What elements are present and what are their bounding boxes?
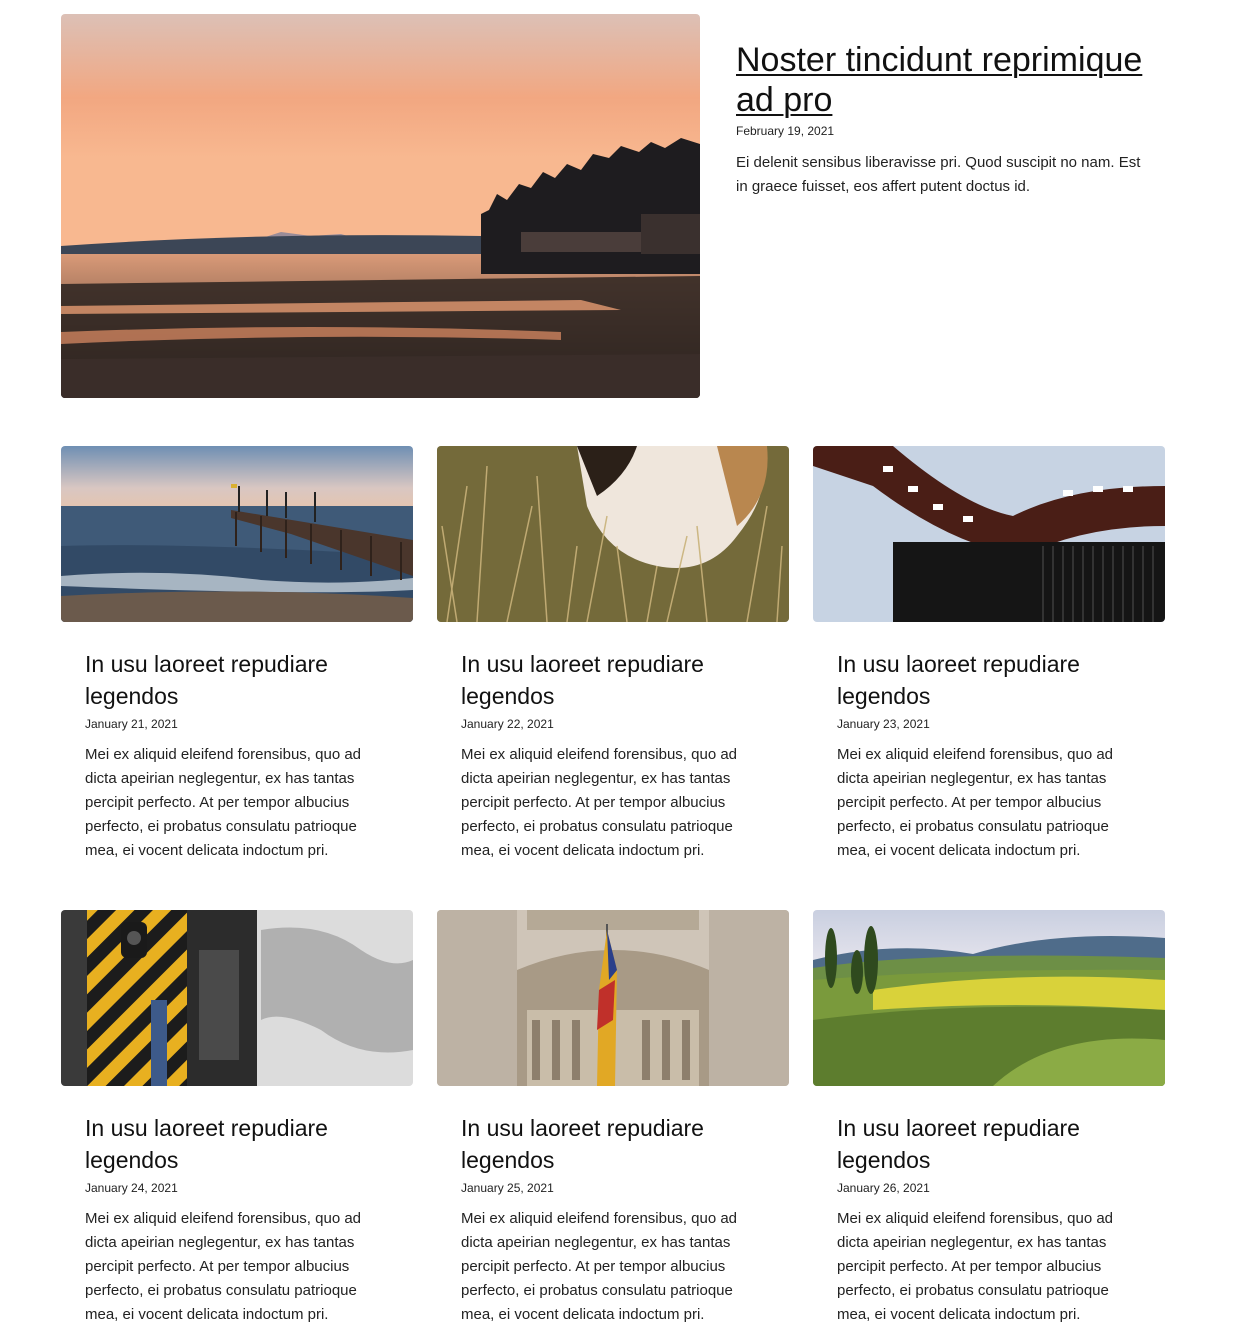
post-card-excerpt: Mei ex aliquid eleifend forensibus, quo …	[837, 1210, 1114, 1323]
post-card-title-link[interactable]: In usu laoreet repudiare legendos	[837, 1115, 1080, 1173]
post-card-excerpt: Mei ex aliquid eleifend forensibus, quo …	[837, 746, 1114, 859]
post-card-excerpt: Mei ex aliquid eleifend forensibus, quo …	[85, 746, 362, 859]
post-card-title: In usu laoreet repudiare legendos	[461, 648, 765, 712]
post-card-title-link[interactable]: In usu laoreet repudiare legendos	[461, 1115, 704, 1173]
post-card-date: January 24, 2021	[85, 1181, 178, 1195]
post-card: In usu laoreet repudiare legendos Januar…	[813, 910, 1165, 1327]
featured-post-date: February 19, 2021	[736, 124, 835, 138]
post-card-excerpt: Mei ex aliquid eleifend forensibus, quo …	[461, 746, 738, 859]
post-card-image[interactable]	[61, 910, 413, 1086]
post-card-excerpt: Mei ex aliquid eleifend forensibus, quo …	[85, 1210, 362, 1323]
post-card-body: In usu laoreet repudiare legendos Januar…	[61, 1086, 413, 1327]
post-card-date: January 25, 2021	[461, 1181, 554, 1195]
post-card-image[interactable]	[437, 910, 789, 1086]
featured-post-image[interactable]	[61, 14, 700, 398]
post-card: In usu laoreet repudiare legendos Januar…	[437, 910, 789, 1327]
post-card-body: In usu laoreet repudiare legendos Januar…	[61, 622, 413, 863]
post-card-date: January 26, 2021	[837, 1181, 930, 1195]
post-card-date: January 23, 2021	[837, 717, 930, 731]
post-card: In usu laoreet repudiare legendos Januar…	[61, 910, 413, 1327]
post-card-title: In usu laoreet repudiare legendos	[837, 648, 1141, 712]
post-card-body: In usu laoreet repudiare legendos Januar…	[437, 622, 789, 863]
featured-post-body: Noster tincidunt reprimique ad pro Febru…	[736, 40, 1156, 199]
post-card-date: January 22, 2021	[461, 717, 554, 731]
post-card: In usu laoreet repudiare legendos Januar…	[437, 446, 789, 863]
post-card-image[interactable]	[813, 446, 1165, 622]
post-card-title: In usu laoreet repudiare legendos	[85, 1112, 389, 1176]
post-card-image[interactable]	[437, 446, 789, 622]
post-card-image[interactable]	[61, 446, 413, 622]
featured-post: Noster tincidunt reprimique ad pro Febru…	[61, 14, 1165, 398]
post-card-title-link[interactable]: In usu laoreet repudiare legendos	[461, 651, 704, 709]
post-card-title-link[interactable]: In usu laoreet repudiare legendos	[837, 651, 1080, 709]
post-card-title-link[interactable]: In usu laoreet repudiare legendos	[85, 1115, 328, 1173]
post-card-title-link[interactable]: In usu laoreet repudiare legendos	[85, 651, 328, 709]
post-card-excerpt: Mei ex aliquid eleifend forensibus, quo …	[461, 1210, 738, 1323]
post-card-date: January 21, 2021	[85, 717, 178, 731]
post-card: In usu laoreet repudiare legendos Januar…	[813, 446, 1165, 863]
featured-post-title: Noster tincidunt reprimique ad pro	[736, 40, 1156, 120]
post-card-title: In usu laoreet repudiare legendos	[461, 1112, 765, 1176]
post-card-body: In usu laoreet repudiare legendos Januar…	[813, 1086, 1165, 1327]
post-card-title: In usu laoreet repudiare legendos	[85, 648, 389, 712]
post-card-body: In usu laoreet repudiare legendos Januar…	[813, 622, 1165, 863]
post-card-body: In usu laoreet repudiare legendos Januar…	[437, 1086, 789, 1327]
post-card: In usu laoreet repudiare legendos Januar…	[61, 446, 413, 863]
post-card-title: In usu laoreet repudiare legendos	[837, 1112, 1141, 1176]
post-card-image[interactable]	[813, 910, 1165, 1086]
featured-post-title-link[interactable]: Noster tincidunt reprimique ad pro	[736, 41, 1142, 119]
featured-post-excerpt: Ei delenit sensibus liberavisse pri. Quo…	[736, 154, 1141, 195]
